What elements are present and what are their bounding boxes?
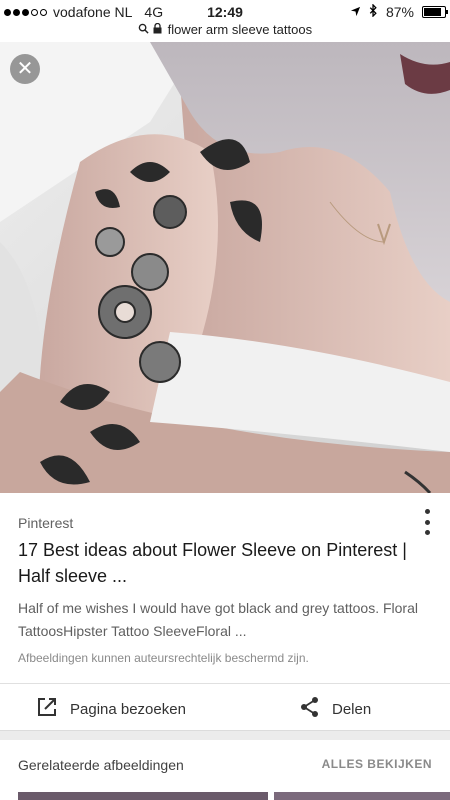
related-thumbnail[interactable] <box>274 792 450 800</box>
tattoo-photo <box>0 42 450 493</box>
result-title[interactable]: 17 Best ideas about Flower Sleeve on Pin… <box>18 537 418 589</box>
address-bar[interactable]: flower arm sleeve tattoos <box>0 22 450 37</box>
share-icon <box>300 696 320 722</box>
close-icon: ✕ <box>16 58 34 80</box>
result-card: Pinterest 17 Best ideas about Flower Sle… <box>0 493 450 731</box>
location-arrow-icon <box>350 4 361 20</box>
result-image[interactable] <box>0 42 450 493</box>
more-options-button[interactable] <box>422 509 432 535</box>
search-icon <box>138 22 153 37</box>
related-thumbnail[interactable] <box>18 792 268 800</box>
related-images-section: Gerelateerde afbeeldingen ALLES BEKIJKEN <box>0 740 450 800</box>
share-label: Delen <box>332 700 372 718</box>
source-label[interactable]: Pinterest <box>18 515 73 531</box>
share-button[interactable]: Delen <box>300 696 371 722</box>
battery-icon <box>422 6 448 18</box>
copyright-notice: Afbeeldingen kunnen auteursrechtelijk be… <box>18 651 309 665</box>
battery-percent: 87% <box>385 4 414 20</box>
lock-icon <box>153 22 165 37</box>
divider <box>0 683 450 684</box>
open-external-icon <box>36 696 58 722</box>
close-button[interactable]: ✕ <box>10 54 40 84</box>
visit-page-label: Pagina bezoeken <box>70 700 186 718</box>
related-title: Gerelateerde afbeeldingen <box>18 757 184 773</box>
url-text: flower arm sleeve tattoos <box>167 22 313 37</box>
result-description: Half of me wishes I would have got black… <box>18 600 418 639</box>
view-all-link[interactable]: ALLES BEKIJKEN <box>322 757 432 771</box>
status-bar: vodafone NL 4G 12:49 87% flower arm slee… <box>0 0 450 42</box>
status-right: 87% <box>350 3 448 20</box>
more-vert-icon <box>424 509 430 514</box>
bluetooth-icon <box>369 3 378 20</box>
visit-page-button[interactable]: Pagina bezoeken <box>36 696 186 722</box>
